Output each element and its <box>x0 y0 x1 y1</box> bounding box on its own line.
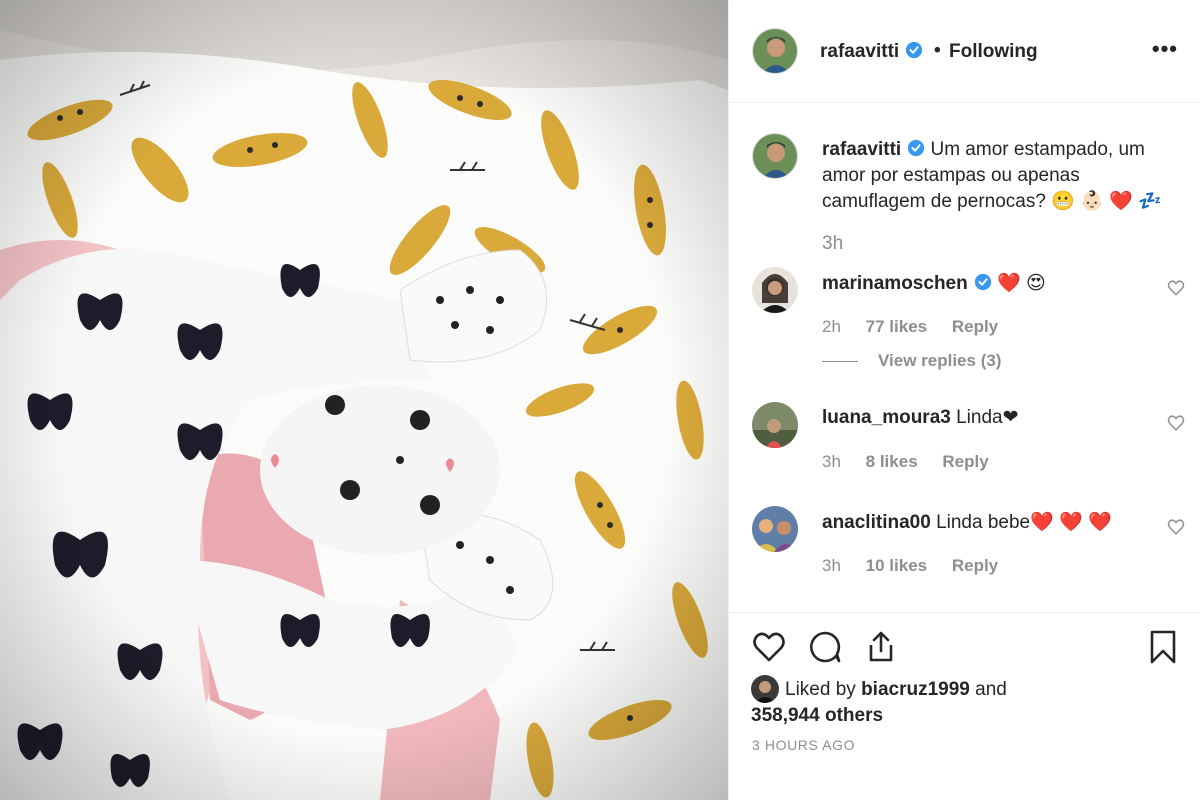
reply-button[interactable]: Reply <box>942 452 988 471</box>
liked-by-and: and <box>975 679 1007 700</box>
comment-body: Linda❤ <box>956 407 1019 428</box>
liker-username[interactable]: biacruz1999 <box>861 679 970 700</box>
comment-username[interactable]: luana_moura3 <box>822 407 951 428</box>
reply-button[interactable]: Reply <box>952 317 998 336</box>
author-username-text[interactable]: rafaavitti <box>820 41 899 62</box>
caption-time: 3h <box>822 233 844 254</box>
comment-username[interactable]: anaclitina00 <box>822 512 931 533</box>
bookmark-icon[interactable] <box>1145 629 1181 665</box>
verified-badge-icon <box>974 273 991 291</box>
comment-meta: 2h 77 likes Reply <box>822 317 1018 337</box>
comment-meta: 3h 10 likes Reply <box>822 556 1018 576</box>
verified-badge-icon <box>906 41 923 59</box>
post-timestamp[interactable]: 3 HOURS AGO <box>752 737 855 753</box>
comment-like-heart-icon[interactable] <box>1167 414 1185 432</box>
caption-text: rafaavitti Um amor estampado, um amor po… <box>822 137 1182 215</box>
liker-avatar[interactable] <box>751 675 779 703</box>
comment-like-heart-icon[interactable] <box>1167 279 1185 297</box>
liked-by-prefix: Liked by <box>785 679 856 700</box>
following-button[interactable]: Following <box>949 41 1038 63</box>
caption-username[interactable]: rafaavitti <box>822 139 901 160</box>
baby-blanket-image <box>0 0 728 800</box>
author-avatar[interactable] <box>752 28 798 74</box>
likes-count[interactable]: 358,944 others <box>751 705 883 726</box>
speech-bubble-icon[interactable] <box>807 629 843 665</box>
comment-like-heart-icon[interactable] <box>1167 518 1185 536</box>
liked-by-summary: Liked by biacruz1999 and 358,944 others <box>751 675 1191 729</box>
comment-likes[interactable]: 77 likes <box>866 317 927 336</box>
post-header: rafaavitti • Following ••• <box>729 0 1200 103</box>
separator-dot: • <box>934 40 941 61</box>
commenter-avatar[interactable] <box>752 402 798 448</box>
commenter-avatar[interactable] <box>752 267 798 313</box>
comment-time: 3h <box>822 452 841 471</box>
heart-outline-icon[interactable] <box>751 629 787 665</box>
post-photo[interactable] <box>0 0 728 800</box>
comment-item: marinamoschen ❤️ 😍 2h 77 likes Reply Vie… <box>729 267 1200 370</box>
comment-text: marinamoschen ❤️ 😍 <box>822 271 1046 295</box>
post-actions: Liked by biacruz1999 and 358,944 others … <box>729 612 1200 800</box>
comment-likes[interactable]: 10 likes <box>866 556 927 575</box>
replies-divider-line <box>822 361 858 363</box>
caption-avatar[interactable] <box>752 133 798 179</box>
verified-badge-icon <box>908 139 925 157</box>
comment-item: luana_moura3 Linda❤ 3h 8 likes Reply <box>729 402 1200 502</box>
comment-username[interactable]: marinamoschen <box>822 273 968 294</box>
comment-likes[interactable]: 8 likes <box>866 452 918 471</box>
comment-text: luana_moura3 Linda❤ <box>822 406 1019 429</box>
comment-item: anaclitina00 Linda bebe❤️ ❤️ ❤️ 3h 10 li… <box>729 506 1200 606</box>
reply-button[interactable]: Reply <box>952 556 998 575</box>
view-replies-button[interactable]: View replies (3) <box>822 351 1001 371</box>
comment-meta: 3h 8 likes Reply <box>822 452 1009 472</box>
comment-time: 3h <box>822 556 841 575</box>
comment-text: anaclitina00 Linda bebe❤️ ❤️ ❤️ <box>822 510 1112 534</box>
share-icon[interactable] <box>863 629 899 665</box>
post-sidebar: rafaavitti • Following ••• rafaavitti Um… <box>728 0 1200 800</box>
more-options-icon[interactable]: ••• <box>1152 36 1178 62</box>
comment-body: ❤️ 😍 <box>997 273 1046 294</box>
author-username[interactable]: rafaavitti <box>820 41 923 63</box>
view-replies-label[interactable]: View replies (3) <box>878 351 1001 370</box>
comment-body: Linda bebe❤️ ❤️ ❤️ <box>936 512 1112 533</box>
commenter-avatar[interactable] <box>752 506 798 552</box>
comment-time: 2h <box>822 317 841 336</box>
